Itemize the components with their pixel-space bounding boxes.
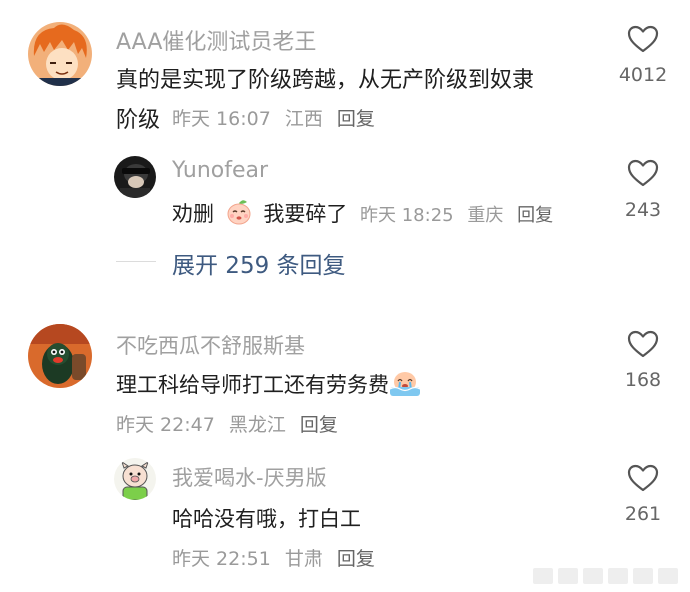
expand-replies-button[interactable]: 展开 259 条回复 [172,246,346,280]
reply-username[interactable]: 我爱喝水-厌男版 [172,462,327,492]
reply-button[interactable]: 回复 [300,410,338,437]
comment-time: 昨天 16:07 [172,108,271,130]
reply-text-after: 我要碎了 [263,202,348,226]
heart-icon[interactable] [626,463,660,493]
reply-text: 劝删 我要碎了 [172,198,347,230]
crying-in-water-emoji [389,370,421,401]
comment-text-body: 理工科给导师打工还有劳务费 [116,373,389,397]
like-count: 243 [624,199,662,221]
heart-icon[interactable] [626,329,660,359]
reply-meta: 昨天 18:25 重庆 回复 [360,201,553,227]
comment-username[interactable]: 不吃西瓜不舒服斯基 [116,330,305,360]
crying-peach-emoji [225,199,253,230]
heart-icon[interactable] [626,158,660,188]
expand-divider [116,261,156,262]
reply-time: 昨天 22:51 [172,548,271,570]
reply-location: 重庆 [467,205,504,226]
comment-text: 理工科给导师打工还有劳务费 [116,369,421,401]
reply-button[interactable]: 回复 [337,104,375,131]
reply-button[interactable]: 回复 [337,544,375,571]
comment-time: 昨天 22:47 [116,414,215,436]
user-avatar[interactable] [28,22,92,86]
comment-meta: 昨天 16:07 江西 回复 [172,104,375,131]
reply-time: 昨天 18:25 [360,205,454,226]
reply-location: 甘肃 [284,548,323,570]
user-avatar[interactable] [114,156,156,198]
heart-icon[interactable] [626,24,660,54]
watermark [533,568,678,584]
comment-location: 江西 [284,108,323,130]
comment-location: 黑龙江 [228,414,286,436]
comment-meta: 昨天 22:47 黑龙江 回复 [116,410,338,437]
like-count: 261 [624,503,662,525]
comment-username[interactable]: AAA催化测试员老王 [116,24,316,56]
reply-button[interactable]: 回复 [517,201,553,227]
like-count: 168 [624,369,662,391]
user-avatar[interactable] [114,458,156,500]
comment-text: 真的是实现了阶级跨越，从无产阶级到奴隶 [116,68,535,93]
reply-text-before: 劝删 [172,202,214,226]
user-avatar[interactable] [28,324,92,388]
reply-text: 哈哈没有哦，打白工 [172,507,361,531]
like-count: 4012 [618,64,668,86]
reply-meta: 昨天 22:51 甘肃 回复 [172,544,375,571]
reply-username[interactable]: Yunofear [172,158,268,183]
comment-text-continued: 阶级 [116,108,161,133]
